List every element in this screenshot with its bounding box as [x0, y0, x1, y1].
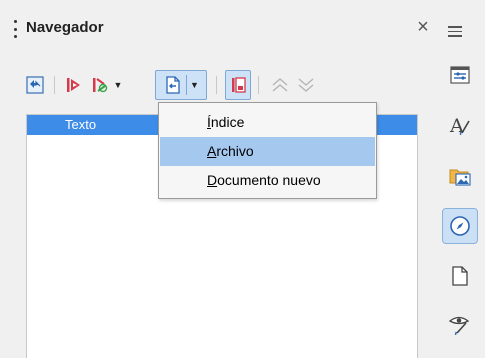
insert-as-icon [166, 76, 180, 94]
next-item-button[interactable] [88, 70, 112, 100]
sidebar-deck: A [436, 0, 485, 358]
menu-item-label: rchivo [216, 143, 254, 159]
sidebar-styles-button[interactable]: A [442, 107, 478, 143]
promote-level-icon [272, 78, 288, 92]
sidebar-navigator-button[interactable] [442, 208, 478, 244]
next-item-icon [93, 78, 108, 93]
menu-item-documento-nuevo[interactable]: Documento nuevo [160, 166, 375, 195]
navigator-toolbar: ▼ ▼ [22, 70, 422, 100]
insert-as-dropdown-menu: Índice Archivo Documento nuevo [158, 102, 377, 199]
content-view-button[interactable] [22, 70, 48, 100]
menu-item-accel: A [207, 143, 217, 159]
previous-item-button[interactable] [62, 70, 86, 100]
panel-title: Navegador [26, 19, 104, 36]
navigator-titlebar: Navegador × [0, 0, 436, 62]
toolbar-separator [216, 76, 217, 94]
previous-item-icon [67, 78, 80, 92]
promote-level-button[interactable] [268, 70, 292, 100]
list-box-icon [232, 77, 246, 93]
menu-item-indice[interactable]: Índice [160, 108, 375, 137]
content-view-icon [26, 76, 44, 94]
close-icon[interactable]: × [412, 14, 434, 40]
menu-item-archivo[interactable]: Archivo [160, 137, 375, 166]
gallery-icon [449, 169, 471, 186]
menu-item-accel: D [207, 172, 218, 188]
style-inspector-icon [448, 316, 470, 336]
demote-level-icon [298, 78, 314, 92]
styles-icon: A [449, 115, 470, 137]
next-item-dropdown[interactable]: ▼ [113, 70, 123, 100]
list-box-button[interactable] [225, 70, 251, 100]
drag-grip-icon[interactable] [14, 20, 17, 38]
sidebar-page-button[interactable] [442, 258, 478, 294]
insert-as-button[interactable]: ▼ [155, 70, 207, 100]
properties-icon [450, 66, 470, 84]
chevron-down-icon[interactable]: ▼ [190, 80, 199, 90]
toolbar-separator [54, 76, 55, 94]
svg-text:A: A [449, 115, 464, 137]
sidebar-style-inspector-button[interactable] [442, 306, 478, 342]
page-icon [452, 266, 468, 286]
sidebar-gallery-button[interactable] [442, 158, 478, 194]
toolbar-separator [258, 76, 259, 94]
navigator-icon [450, 216, 470, 236]
menu-item-label: ocumento nuevo [217, 172, 321, 188]
menu-item-label: ndice [210, 114, 245, 130]
demote-level-button[interactable] [294, 70, 318, 100]
hamburger-icon[interactable] [448, 26, 462, 37]
sidebar-properties-button[interactable] [442, 57, 478, 93]
